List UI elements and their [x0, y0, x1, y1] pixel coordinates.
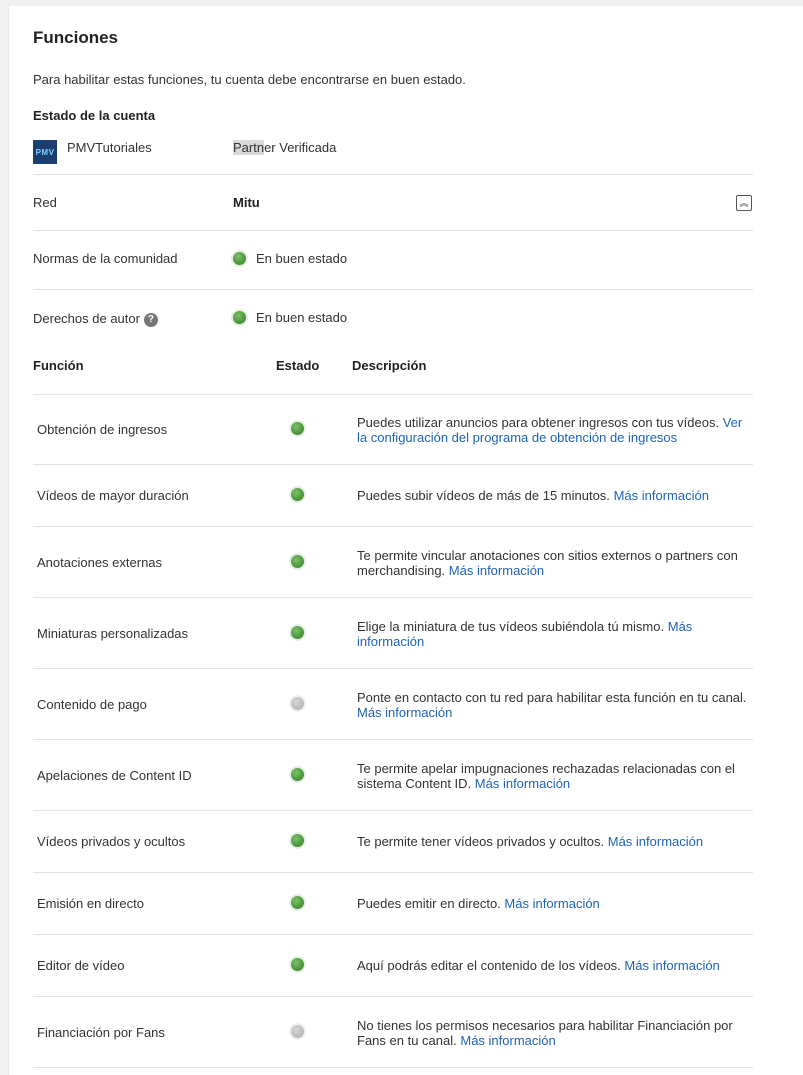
page-title: Funciones [33, 28, 119, 47]
features-panel: Funciones Para habilitar estas funciones… [9, 6, 803, 1075]
column-header-status: Estado [276, 358, 320, 373]
divider [33, 289, 753, 290]
channel-name: PMVTutoriales [67, 140, 152, 155]
feature-description: Ponte en contacto con tu red para habili… [357, 690, 749, 720]
feature-row: Obtención de ingresos Puedes utilizar anu… [33, 394, 753, 465]
more-info-link[interactable]: Más información [475, 776, 570, 791]
column-header-description: Descripción [352, 358, 427, 373]
feature-name: Miniaturas personalizadas [37, 625, 189, 641]
status-disabled-icon [291, 1024, 304, 1038]
channel-avatar: PMV [33, 140, 57, 164]
feature-description: Puedes subir vídeos de más de 15 minutos… [357, 488, 749, 503]
account-status-heading: Estado de la cuenta [33, 108, 156, 123]
divider [33, 230, 753, 231]
feature-row: Financiación por Fans No tienes los permi… [33, 997, 753, 1068]
feature-description-text: Puedes subir vídeos de más de 15 minutos… [357, 488, 610, 503]
status-enabled-icon [291, 896, 304, 909]
feature-name: Contenido de pago [37, 696, 147, 712]
feature-row: Emisión en directo Puedes emitir en direc… [33, 873, 753, 935]
status-good-icon [233, 311, 246, 324]
copyright-label: Derechos de autor? [33, 311, 158, 327]
divider [33, 174, 753, 175]
partner-status: Partner Verificada [233, 140, 336, 155]
divider [33, 1067, 753, 1068]
community-guidelines-status: En buen estado [233, 251, 347, 266]
feature-name: Vídeos de mayor duración [37, 488, 189, 503]
channel-row: PMV PMVTutoriales Partner Verificada [33, 134, 753, 174]
feature-description: Te permite vincular anotaciones con siti… [357, 548, 749, 578]
feature-name: Obtención de ingresos [37, 421, 168, 437]
feature-description-text: Puedes emitir en directo. [357, 896, 501, 911]
feature-name: Apelaciones de Content ID [37, 767, 192, 783]
feature-description: Te permite apelar impugnaciones rechazad… [357, 761, 749, 791]
feature-name: Vídeos privados y ocultos [37, 834, 186, 849]
feature-description-text: Elige la miniatura de tus vídeos subiénd… [357, 618, 665, 634]
network-label: Red [33, 195, 57, 210]
feature-row: Editor de vídeo Aquí podrás editar el con… [33, 935, 753, 997]
feature-description: Aquí podrás editar el contenido de los v… [357, 958, 749, 973]
feature-description: No tienes los permisos necesarios para h… [357, 1018, 749, 1048]
network-value: Mitu [233, 195, 260, 210]
feature-description: Elige la miniatura de tus vídeos subiénd… [357, 619, 749, 649]
feature-name: Anotaciones externas [37, 554, 163, 570]
status-enabled-icon [291, 554, 304, 568]
more-info-link[interactable]: Más información [504, 896, 599, 911]
more-info-link[interactable]: Más información [357, 705, 452, 720]
more-info-link[interactable]: Más información [614, 488, 709, 503]
status-enabled-icon [291, 958, 304, 971]
more-info-link[interactable]: Más información [608, 834, 703, 849]
status-enabled-icon [291, 488, 304, 501]
feature-description: Puedes emitir en directo. Más informació… [357, 896, 749, 911]
help-icon[interactable]: ? [143, 312, 158, 327]
partner-status-rest: er Verificada [264, 140, 337, 155]
collapse-icon[interactable]: ︽ [736, 195, 752, 211]
feature-description-text: Te permite tener vídeos privados y ocult… [357, 834, 605, 849]
status-enabled-icon [291, 625, 304, 639]
feature-description-text: Ponte en contacto con tu red para habili… [357, 689, 747, 705]
status-disabled-icon [291, 696, 304, 710]
more-info-link[interactable]: Más información [449, 563, 544, 578]
status-good-icon [233, 252, 246, 265]
feature-description-text: Aquí podrás editar el contenido de los v… [357, 958, 621, 973]
status-enabled-icon [291, 767, 304, 781]
status-enabled-icon [291, 421, 304, 435]
feature-name: Financiación por Fans [37, 1024, 165, 1040]
feature-description: Te permite tener vídeos privados y ocult… [357, 834, 749, 849]
column-header-function: Función [33, 358, 84, 373]
feature-name: Editor de vídeo [37, 958, 125, 973]
feature-row: Vídeos de mayor duración Puedes subir víd… [33, 465, 753, 527]
status-enabled-icon [291, 834, 304, 847]
feature-row: Contenido de pago Ponte en contacto con t… [33, 669, 753, 740]
feature-description-text: Te permite vincular anotaciones con siti… [357, 547, 738, 578]
partner-status-highlight: Partn [233, 140, 265, 155]
more-info-link[interactable]: Más información [624, 958, 719, 973]
more-info-link[interactable]: Más información [460, 1033, 555, 1048]
feature-description: Puedes utilizar anuncios para obtener in… [357, 415, 749, 445]
intro-text: Para habilitar estas funciones, tu cuent… [33, 72, 466, 87]
copyright-status-text: En buen estado [256, 310, 348, 325]
feature-row: Anotaciones externas Te permite vincular … [33, 527, 753, 598]
community-guidelines-label: Normas de la comunidad [33, 251, 178, 266]
copyright-label-text: Derechos de autor [33, 311, 140, 326]
feature-row: Apelaciones de Content ID Te permite apel… [33, 740, 753, 811]
feature-name: Emisión en directo [37, 896, 144, 911]
community-guidelines-status-text: En buen estado [256, 251, 348, 266]
copyright-status: En buen estado [233, 310, 347, 325]
feature-description-text: Puedes utilizar anuncios para obtener in… [357, 414, 720, 430]
feature-row: Miniaturas personalizadas Elige la miniat… [33, 598, 753, 669]
feature-row: Vídeos privados y ocultos Te permite tene… [33, 811, 753, 873]
